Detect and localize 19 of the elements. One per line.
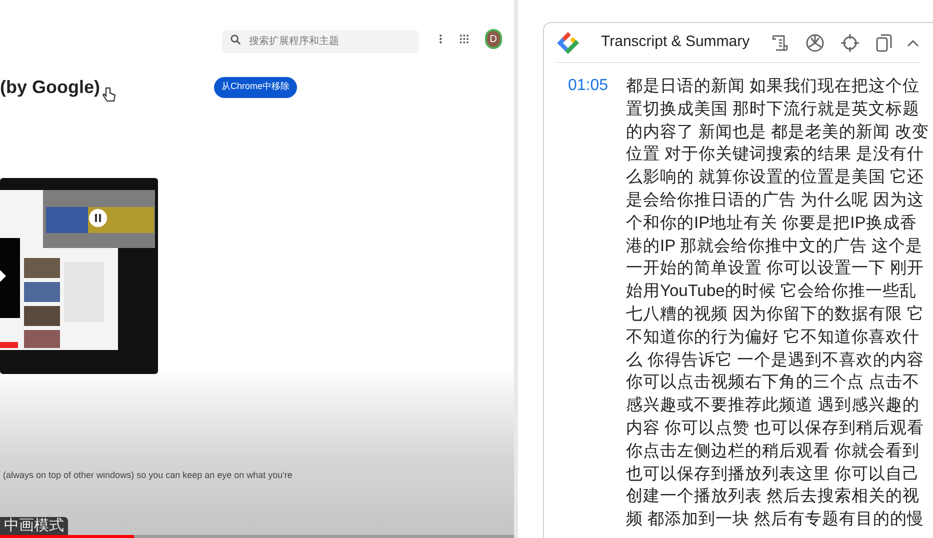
scroll-icon[interactable] — [770, 32, 790, 52]
chevron-up-icon[interactable] — [906, 38, 919, 48]
avatar[interactable]: D — [484, 29, 502, 49]
copy-icon[interactable] — [874, 32, 893, 52]
extension-title: (by Google) — [0, 76, 100, 99]
description-text: (always on top of other windows) so you can keep an eye on what you're — [2, 469, 294, 482]
more-icon[interactable] — [439, 33, 442, 45]
hand-cursor-icon — [102, 87, 116, 103]
apps-grid-icon[interactable] — [460, 34, 469, 44]
progress-track[interactable] — [0, 535, 514, 538]
search-icon — [230, 34, 241, 44]
search-field[interactable]: 搜索扩展程序和主题 — [222, 30, 419, 52]
remove-from-chrome-button[interactable]: 从Chrome中移除 — [214, 76, 297, 98]
timestamp-link[interactable]: 01:05 — [568, 75, 626, 98]
logo-icon — [556, 30, 580, 54]
panel-title: Transcript & Summary — [601, 32, 750, 52]
subtitle: 中画模式 — [0, 517, 68, 535]
crosshair-icon[interactable] — [840, 32, 860, 52]
transcript-text: 都是日语的新闻 如果我们现在把这个位 置切换成美国 那时下流行就是英文标题 的内容了 新闻也是 都是老美的新闻 改变 位置 对于你关键词搜索的结果 是没有什 么影响的 就算你设置的位置是美国 它还 是会给你推日语的广告 为什么呢 因为这 个和你的IP地址有关 你要是把IP换成香 港的IP 那就会给你推中文的广告 这个是 一开始的简单设置 你可以设置一下 刚开 始用YouTube的时候 它会给你推一些乱 七八糟的视频 因为你留下的数据有限 它 不知道你的行为偏好 它不知道你喜欢什 么 你得告诉它 一个是遇到不喜欢的内容 你可以点击视频右下角的三个点 点击不 感兴趣或不要推荐此频道 遇到感兴趣的 内容 你可以点赞 也可以保存到稍后观看 你点击左侧边栏的稍后观看 你就会看到 也可以保存到播放列表这里 你可以自己 创建一个播放列表 然后去搜索相关的视 频 都添加到一块 然后有专题有目的的慢 — [626, 76, 929, 530]
